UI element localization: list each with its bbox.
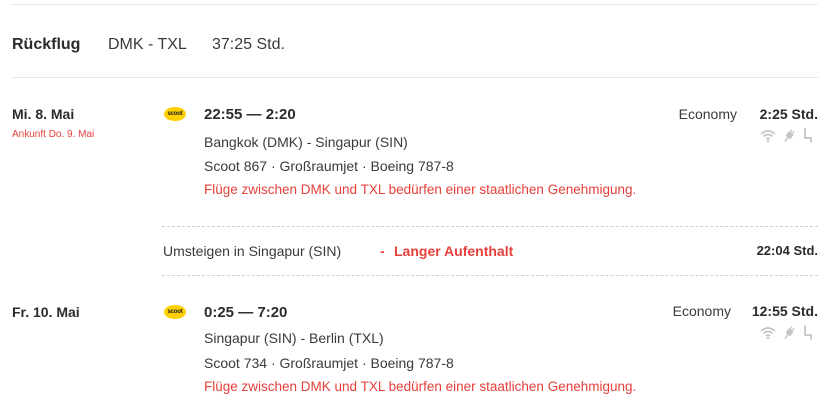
- power-plug-icon: [782, 128, 796, 143]
- flight-info: Scoot 867 · Großraumjet · Boeing 787-8: [204, 158, 454, 174]
- layover-duration: 22:04 Std.: [756, 243, 818, 258]
- wifi-icon: [760, 129, 776, 143]
- amenities: [760, 325, 814, 340]
- total-duration: 37:25 Std.: [212, 36, 285, 53]
- flight-duration: 2:25 Std.: [759, 106, 818, 122]
- layover-divider-bottom: [162, 275, 818, 276]
- arrival-note: Ankunft Do. 9. Mai: [12, 129, 95, 140]
- flight-route: Singapur (SIN) - Berlin (TXL): [204, 330, 384, 346]
- departure-date: Fr. 10. Mai: [12, 304, 80, 320]
- flight-times: 0:25 — 7:20: [204, 304, 288, 321]
- return-flight-title: Rückflug: [12, 36, 81, 53]
- airline-logo: scoot: [164, 107, 186, 121]
- flight-info: Scoot 734 · Großraumjet · Boeing 787-8: [204, 355, 454, 371]
- layover-separator: -: [380, 243, 385, 259]
- flight-times: 22:55 — 2:20: [204, 106, 296, 123]
- seat-icon: [802, 325, 814, 340]
- power-plug-icon: [782, 325, 796, 340]
- wifi-icon: [760, 326, 776, 340]
- long-layover-flag: Langer Aufenthalt: [394, 243, 514, 259]
- departure-date: Mi. 8. Mai: [12, 106, 75, 122]
- cabin-class: Economy: [672, 303, 731, 319]
- top-divider: [12, 4, 818, 5]
- layover-divider-top: [162, 226, 818, 227]
- amenities: [760, 128, 814, 143]
- flight-duration: 12:55 Std.: [751, 303, 818, 319]
- seat-icon: [802, 128, 814, 143]
- approval-warning: Flüge zwischen DMK und TXL bedürfen eine…: [204, 182, 637, 197]
- flight-route: Bangkok (DMK) - Singapur (SIN): [204, 134, 408, 150]
- header-divider: [12, 77, 818, 78]
- airline-logo: scoot: [164, 305, 186, 319]
- route-code: DMK - TXL: [108, 36, 187, 53]
- approval-warning: Flüge zwischen DMK und TXL bedürfen eine…: [204, 379, 637, 394]
- cabin-class: Economy: [678, 106, 737, 122]
- layover-text: Umsteigen in Singapur (SIN): [163, 243, 342, 259]
